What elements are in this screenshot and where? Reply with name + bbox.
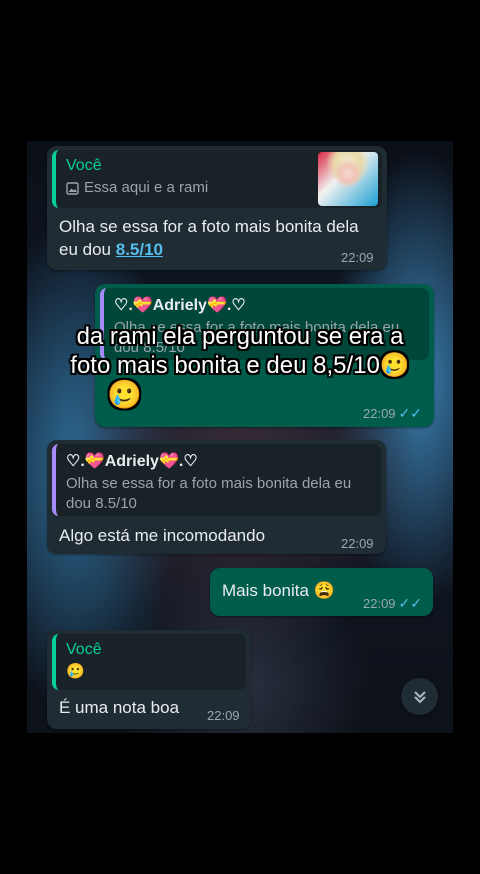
- quote-author: ♡.💝Adriely💝.♡: [114, 297, 246, 314]
- video-caption-line-3: 🥲: [107, 379, 147, 411]
- quote-text: Essa aqui e a rami: [84, 179, 209, 196]
- read-receipt-icon: ✓✓: [398, 595, 423, 611]
- message-bubble-3[interactable]: ♡.💝Adriely💝.♡ Olha se essa for a foto ma…: [47, 440, 386, 554]
- quoted-reply[interactable]: Você 🥲: [52, 634, 246, 690]
- scroll-to-bottom-button[interactable]: [401, 678, 438, 715]
- double-chevron-down-icon: [413, 690, 426, 703]
- quoted-reply[interactable]: Você Essa aqui e a rami: [52, 150, 382, 208]
- message-bubble-4[interactable]: Mais bonita 😩 22:09 ✓✓: [210, 568, 433, 616]
- quoted-reply[interactable]: ♡.💝Adriely💝.♡ Olha se essa for a foto ma…: [52, 444, 381, 516]
- message-time-row: 22:09 ✓✓: [363, 595, 422, 612]
- message-time: 22:09: [363, 406, 396, 421]
- crying-emoji: 🥲: [107, 379, 142, 410]
- video-caption-line-1: da rami ela perguntou se era a: [76, 323, 404, 350]
- message-bubble-5[interactable]: Você 🥲 É uma nota boa 22:09: [47, 630, 251, 729]
- message-text: Mais bonita 😩: [222, 581, 335, 600]
- quote-text: 🥲: [66, 663, 85, 680]
- read-receipt-icon: ✓✓: [398, 405, 423, 421]
- message-text: Olha se essa for a foto mais bonita dela…: [59, 215, 374, 261]
- message-time: 22:09: [207, 708, 240, 723]
- image-icon: [66, 181, 79, 195]
- message-text-body: Olha se essa for a foto mais bonita dela…: [59, 217, 359, 259]
- quote-text: Olha se essa for a foto mais bonita dela…: [66, 475, 352, 512]
- quote-author: ♡.💝Adriely💝.♡: [66, 453, 198, 470]
- quote-thumbnail[interactable]: [318, 152, 378, 206]
- message-time: 22:09: [363, 596, 396, 611]
- message-time: 22:09: [341, 250, 374, 265]
- message-time-row: 22:09 ✓✓: [363, 405, 422, 422]
- score-link[interactable]: 8.5/10: [116, 240, 163, 259]
- message-bubble-1[interactable]: Você Essa aqui e a rami Olha se essa for…: [47, 146, 387, 270]
- video-caption-line-2: foto mais bonita e deu 8,5/10🥲: [70, 352, 410, 379]
- message-text: É uma nota boa: [59, 698, 180, 717]
- quote-author: Você: [66, 641, 102, 658]
- message-time: 22:09: [341, 536, 374, 551]
- message-text: Algo está me incomodando: [59, 526, 266, 545]
